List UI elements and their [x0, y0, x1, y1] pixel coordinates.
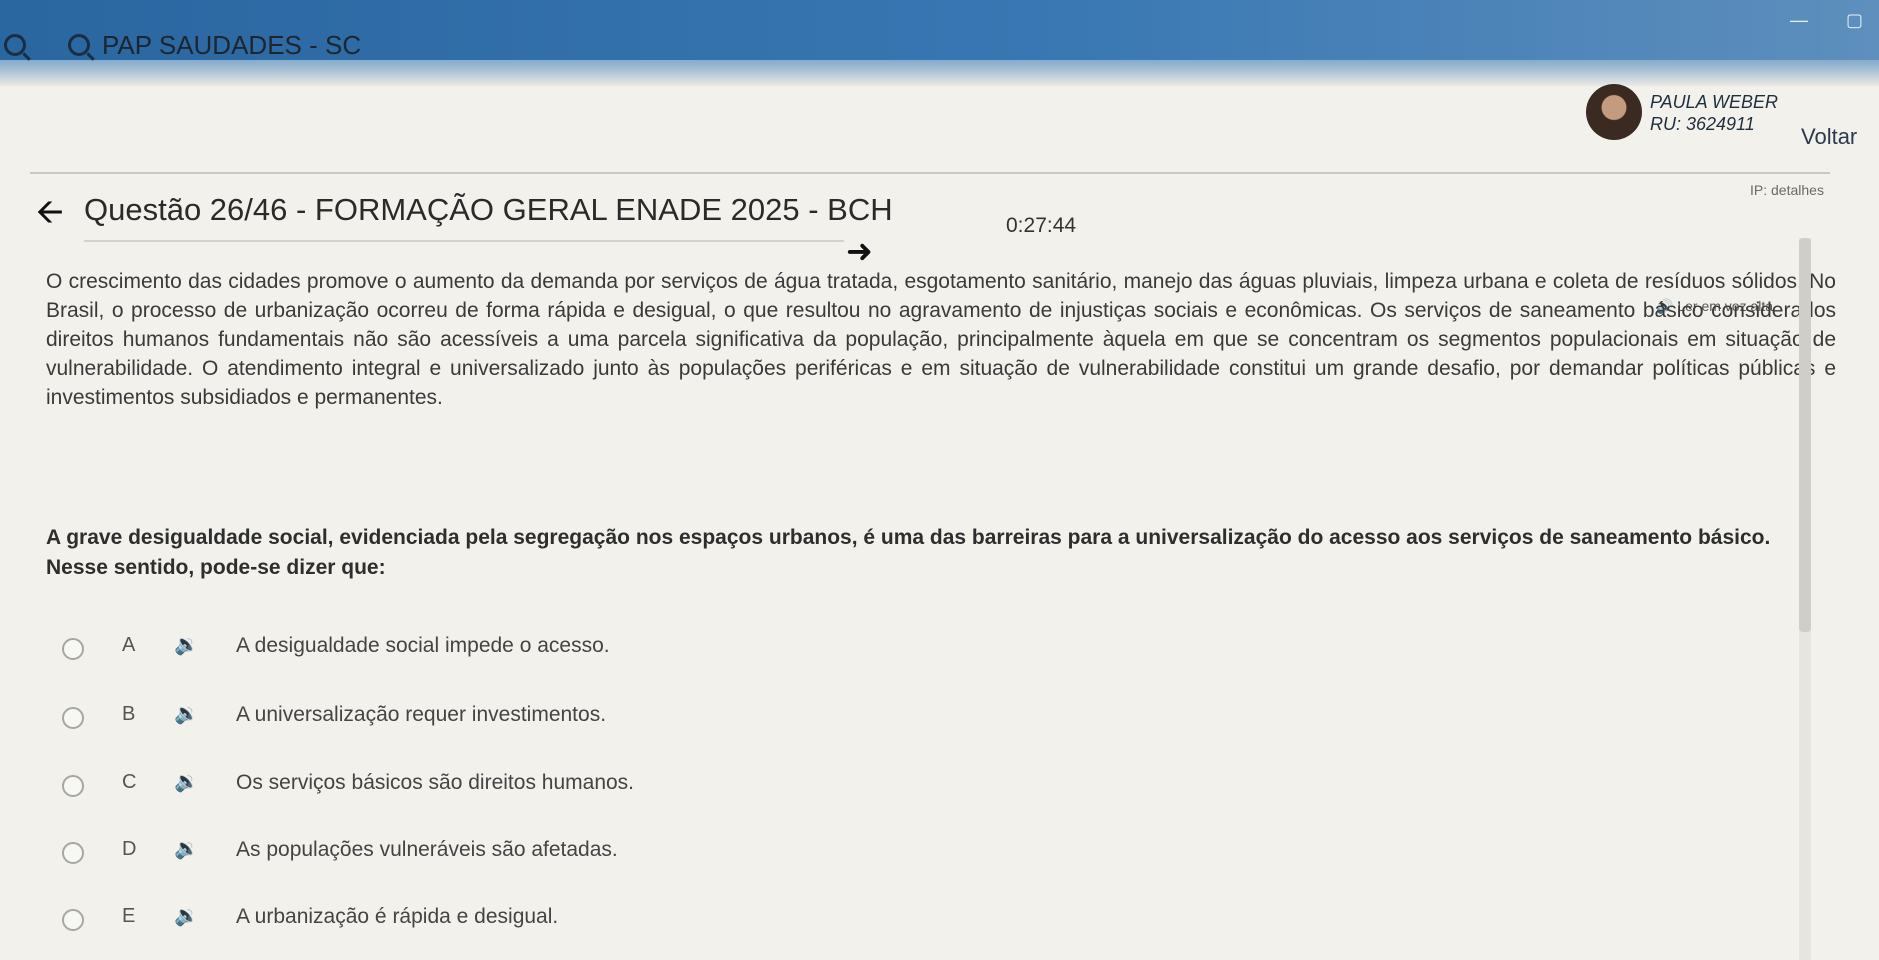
- option-text: A urbanização é rápida e desigual.: [236, 905, 559, 928]
- timer: 0:27:44: [1006, 214, 1077, 237]
- question-prompt: A grave desigualdade social, evidenciada…: [46, 526, 1771, 579]
- minimize-button[interactable]: —: [1790, 10, 1808, 31]
- option-text: A universalização requer investimentos.: [236, 703, 607, 726]
- option-radio[interactable]: [62, 842, 84, 864]
- option-letter: D: [122, 838, 137, 860]
- speaker-icon[interactable]: 🔉: [174, 701, 199, 726]
- maximize-button[interactable]: ▢: [1846, 10, 1863, 31]
- zoom-in-icon[interactable]: [4, 34, 26, 56]
- zoom-out-icon[interactable]: [68, 34, 90, 56]
- option-radio[interactable]: [62, 775, 84, 797]
- header-divider: [30, 172, 1830, 174]
- option-text: As populações vulneráveis são afetadas.: [236, 838, 618, 861]
- question-title: Questão 26/46 - FORMAÇÃO GERAL ENADE 202…: [84, 192, 893, 227]
- option-letter: B: [122, 703, 136, 725]
- speaker-icon[interactable]: 🔉: [174, 836, 199, 861]
- option-radio[interactable]: [62, 909, 84, 931]
- speaker-icon[interactable]: 🔉: [174, 632, 199, 657]
- avatar: [1586, 84, 1642, 140]
- option-letter: A: [122, 634, 136, 656]
- title-underline: [84, 240, 844, 242]
- next-question-arrow-icon[interactable]: ➜: [846, 232, 873, 270]
- question-passage: O crescimento das cidades promove o aume…: [46, 270, 1836, 409]
- speaker-icon[interactable]: 🔉: [174, 903, 199, 928]
- details-link[interactable]: IP: detalhes: [1750, 182, 1824, 198]
- option-letter: E: [122, 905, 136, 927]
- option-a[interactable]: A 🔉 A desigualdade social impede o acess…: [60, 628, 1160, 668]
- option-text: A desigualdade social impede o acesso.: [236, 634, 610, 657]
- user-ru: RU: 3624911: [1650, 114, 1755, 134]
- back-button[interactable]: Voltar: [1801, 124, 1857, 150]
- option-d[interactable]: D 🔉 As populações vulneráveis são afetad…: [60, 832, 1160, 872]
- option-c[interactable]: C 🔉 Os serviços básicos são direitos hum…: [60, 765, 1160, 805]
- option-radio[interactable]: [62, 707, 84, 729]
- scrollbar-thumb[interactable]: [1799, 238, 1811, 632]
- previous-question-arrow-icon[interactable]: 🡨: [36, 188, 64, 245]
- speaker-icon[interactable]: 🔉: [174, 769, 199, 794]
- app-title: PAP SAUDADES - SC: [102, 30, 362, 60]
- option-radio[interactable]: [62, 638, 84, 660]
- user-name: PAULA WEBER: [1650, 92, 1779, 112]
- option-b[interactable]: B 🔉 A universalização requer investiment…: [60, 697, 1160, 737]
- option-text: Os serviços básicos são direitos humanos…: [236, 771, 635, 794]
- option-e[interactable]: E 🔉 A urbanização é rápida e desigual.: [60, 899, 1160, 939]
- option-letter: C: [122, 771, 137, 793]
